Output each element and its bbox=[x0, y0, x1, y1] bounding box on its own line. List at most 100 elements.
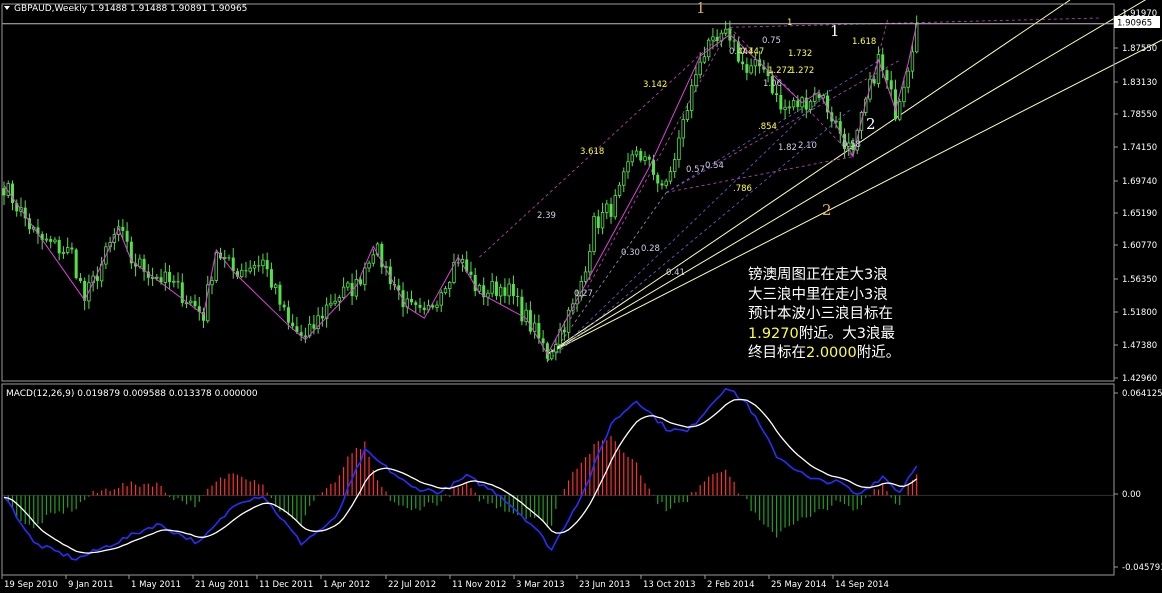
candle-body bbox=[282, 304, 286, 308]
candle-body bbox=[706, 39, 711, 58]
candle-body bbox=[240, 269, 244, 278]
candle-body bbox=[715, 36, 719, 42]
candle-body bbox=[537, 323, 541, 339]
fib-level-label: 0.447 bbox=[740, 47, 764, 57]
candle-body bbox=[494, 281, 498, 296]
fib-level-label: 1.06 bbox=[763, 79, 782, 89]
candle-body bbox=[689, 85, 694, 111]
candle-body bbox=[490, 281, 494, 294]
candle-body bbox=[613, 195, 617, 218]
candle-body bbox=[354, 279, 359, 297]
candle-body bbox=[244, 270, 248, 272]
candle-body bbox=[414, 302, 418, 305]
candle-body bbox=[78, 278, 82, 281]
time-tick-label: 23 Jun 2013 bbox=[579, 580, 630, 590]
fib-level-label: 0.41 bbox=[666, 268, 685, 278]
price-tick-label: 1.87550 bbox=[1122, 44, 1157, 54]
candle-body bbox=[439, 292, 443, 306]
candle-body bbox=[74, 249, 78, 279]
candle-body bbox=[808, 100, 813, 110]
wave-count-label: 1 bbox=[696, 0, 706, 17]
candle-body bbox=[291, 322, 295, 327]
candle-body bbox=[796, 100, 800, 107]
candle-body bbox=[210, 280, 214, 286]
candle-body bbox=[910, 51, 915, 72]
candle-body bbox=[511, 284, 515, 297]
candle-body bbox=[61, 252, 66, 254]
candle-body bbox=[138, 258, 142, 267]
candle-body bbox=[562, 329, 566, 333]
fib-level-label: 0.30 bbox=[621, 248, 640, 258]
candle-body bbox=[57, 239, 61, 254]
candle-body bbox=[168, 272, 172, 283]
macd-tick-label: -0.045793 bbox=[1122, 563, 1162, 573]
fib-level-label: 3.618 bbox=[580, 147, 604, 157]
candle-body bbox=[252, 264, 257, 269]
candle-body bbox=[248, 267, 252, 272]
candle-body bbox=[125, 230, 129, 242]
candle-body bbox=[893, 89, 897, 120]
macd-header: MACD(12,26,9) 0.019879 0.009588 0.013378… bbox=[6, 389, 258, 399]
time-tick-label: 3 Mar 2013 bbox=[516, 580, 564, 590]
candle-body bbox=[592, 215, 596, 252]
time-tick-label: 22 Jul 2012 bbox=[388, 580, 436, 590]
candle-body bbox=[753, 59, 758, 67]
time-tick-label: 25 May 2014 bbox=[771, 580, 826, 590]
candle-body bbox=[673, 159, 677, 172]
candle-body bbox=[265, 260, 269, 270]
candle-body bbox=[443, 288, 448, 294]
price-tick-label: 1.65190 bbox=[1122, 209, 1157, 219]
candle-body bbox=[333, 300, 337, 304]
time-tick-label: 1 Apr 2012 bbox=[323, 580, 370, 590]
candle-body bbox=[668, 171, 673, 182]
candle-body bbox=[660, 183, 664, 186]
time-tick-label: 2 Feb 2014 bbox=[707, 580, 755, 590]
ohlc-low: 1.90891 bbox=[170, 4, 207, 14]
analysis-note-text: 镑澳周图正在走大3浪 bbox=[748, 267, 888, 283]
candle-body bbox=[520, 296, 524, 322]
candle-body bbox=[549, 351, 554, 360]
candle-body bbox=[906, 70, 910, 88]
candle-body bbox=[223, 257, 227, 259]
candle-body bbox=[95, 276, 99, 281]
candle-body bbox=[503, 287, 507, 296]
candle-body bbox=[634, 150, 639, 156]
candle-body bbox=[783, 106, 787, 110]
price-tick-label: 1.51800 bbox=[1122, 308, 1157, 318]
candle-body bbox=[44, 238, 49, 241]
wave-count-label: 1 bbox=[830, 22, 840, 40]
candle-body bbox=[121, 226, 125, 231]
ohlc-close: 1.90965 bbox=[210, 4, 247, 14]
fib-level-label: 1.272 bbox=[790, 66, 814, 76]
price-tick-label: 1.69740 bbox=[1122, 177, 1157, 187]
analysis-note-target-value: 1.9270 bbox=[748, 325, 799, 342]
candle-body bbox=[647, 156, 651, 160]
candle-body bbox=[596, 216, 600, 228]
analysis-note-line: 1.9270附近。大3浪最 bbox=[748, 325, 938, 345]
candle-body bbox=[346, 282, 350, 288]
candle-body bbox=[367, 262, 371, 269]
fib-level-label: 0.28 bbox=[641, 244, 660, 254]
macd-tick-label: 0.00 bbox=[1122, 490, 1141, 500]
price-tick-label: 1.60770 bbox=[1122, 241, 1157, 251]
candle-body bbox=[363, 267, 367, 285]
candle-body bbox=[273, 284, 278, 289]
candle-body bbox=[656, 174, 660, 184]
candle-body bbox=[286, 307, 290, 323]
candle-body bbox=[745, 64, 749, 73]
candle-body bbox=[422, 307, 426, 310]
time-tick-label: 11 Dec 2011 bbox=[259, 580, 313, 590]
fib-level-label: 1.272 bbox=[768, 66, 792, 76]
analysis-note-text: 终目标在 bbox=[748, 345, 806, 361]
candle-body bbox=[605, 203, 609, 213]
candle-body bbox=[473, 274, 477, 292]
candle-body bbox=[65, 247, 70, 253]
candle-body bbox=[600, 212, 605, 229]
candle-body bbox=[775, 93, 779, 95]
candle-body bbox=[787, 106, 792, 109]
candle-body bbox=[371, 254, 376, 264]
candle-body bbox=[885, 70, 889, 81]
candle-body bbox=[902, 86, 906, 103]
candle-body bbox=[341, 286, 346, 299]
price-tick-label: 1.56350 bbox=[1122, 275, 1157, 285]
